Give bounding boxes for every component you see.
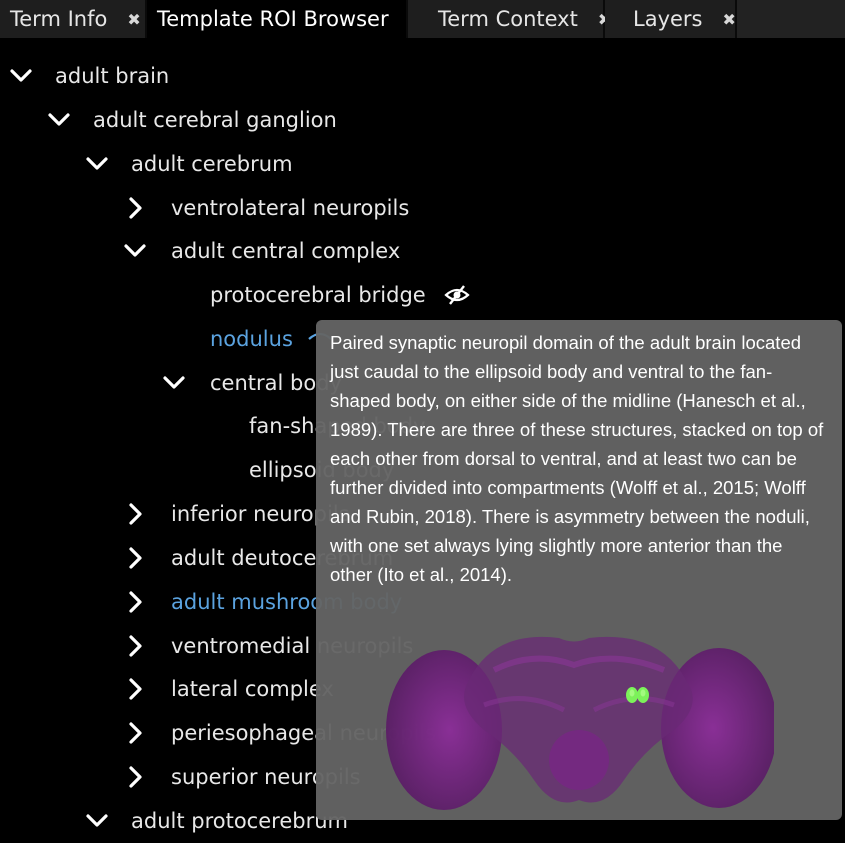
tab-label: Layers bbox=[633, 7, 703, 31]
chevron-right-icon[interactable] bbox=[121, 588, 149, 616]
chevron-right-icon[interactable] bbox=[121, 544, 149, 572]
tab-label: Template ROI Browser bbox=[157, 7, 389, 31]
brain-thumbnail-icon bbox=[374, 610, 777, 815]
chevron-right-icon[interactable] bbox=[121, 719, 149, 747]
tree-row-label: adult cerebral ganglion bbox=[93, 108, 337, 132]
chevron-down-icon[interactable] bbox=[160, 369, 188, 397]
tab-term-info[interactable]: Term Info ✖ bbox=[0, 0, 147, 38]
chevron-right-icon[interactable] bbox=[121, 763, 149, 791]
tree-row-label: ventrolateral neuropils bbox=[171, 196, 410, 220]
chevron-down-icon[interactable] bbox=[45, 106, 73, 134]
chevron-right-icon[interactable] bbox=[121, 675, 149, 703]
tree-row[interactable]: adult brain bbox=[0, 54, 845, 98]
tab-layers[interactable]: Layers ✖ bbox=[605, 0, 737, 38]
close-icon[interactable]: ✖ bbox=[723, 10, 736, 29]
tree-row-label[interactable]: nodulus bbox=[210, 327, 293, 351]
tree-row-label: protocerebral bridge bbox=[210, 283, 426, 307]
chevron-right-icon[interactable] bbox=[121, 500, 149, 528]
tab-bar-filler bbox=[737, 0, 845, 38]
chevron-right-icon[interactable] bbox=[121, 632, 149, 660]
tab-term-context[interactable]: Term Context ✖ bbox=[408, 0, 611, 38]
tooltip-description: Paired synaptic neuropil domain of the a… bbox=[330, 332, 824, 585]
close-icon[interactable]: ✖ bbox=[127, 10, 140, 29]
tree-row[interactable]: adult cerebral ganglion bbox=[0, 98, 845, 142]
chevron-right-icon[interactable] bbox=[121, 194, 149, 222]
tab-template-roi-browser[interactable]: Template ROI Browser ✖ bbox=[147, 0, 420, 38]
tree-row[interactable]: protocerebral bridge bbox=[0, 273, 845, 317]
tree-row[interactable]: adult central complex bbox=[0, 229, 845, 273]
tree-row-label: adult cerebrum bbox=[131, 152, 293, 176]
tree-row-label: adult brain bbox=[55, 64, 170, 88]
tab-label: Term Context bbox=[438, 7, 578, 31]
tree-row-label: adult central complex bbox=[171, 239, 401, 263]
chevron-down-icon[interactable] bbox=[83, 807, 111, 835]
tab-label: Term Info bbox=[10, 7, 108, 31]
chevron-down-icon[interactable] bbox=[121, 237, 149, 265]
tab-bar: Term Info ✖ Template ROI Browser ✖ Term … bbox=[0, 0, 845, 38]
term-tooltip: Paired synaptic neuropil domain of the a… bbox=[316, 320, 842, 820]
tree-row[interactable]: adult cerebrum bbox=[0, 142, 845, 186]
tree-row-label: lateral complex bbox=[171, 677, 334, 701]
chevron-down-icon[interactable] bbox=[83, 150, 111, 178]
tree-row[interactable]: ventrolateral neuropils bbox=[0, 186, 845, 230]
chevron-down-icon[interactable] bbox=[7, 62, 35, 90]
eye-slash-icon[interactable] bbox=[444, 285, 470, 305]
